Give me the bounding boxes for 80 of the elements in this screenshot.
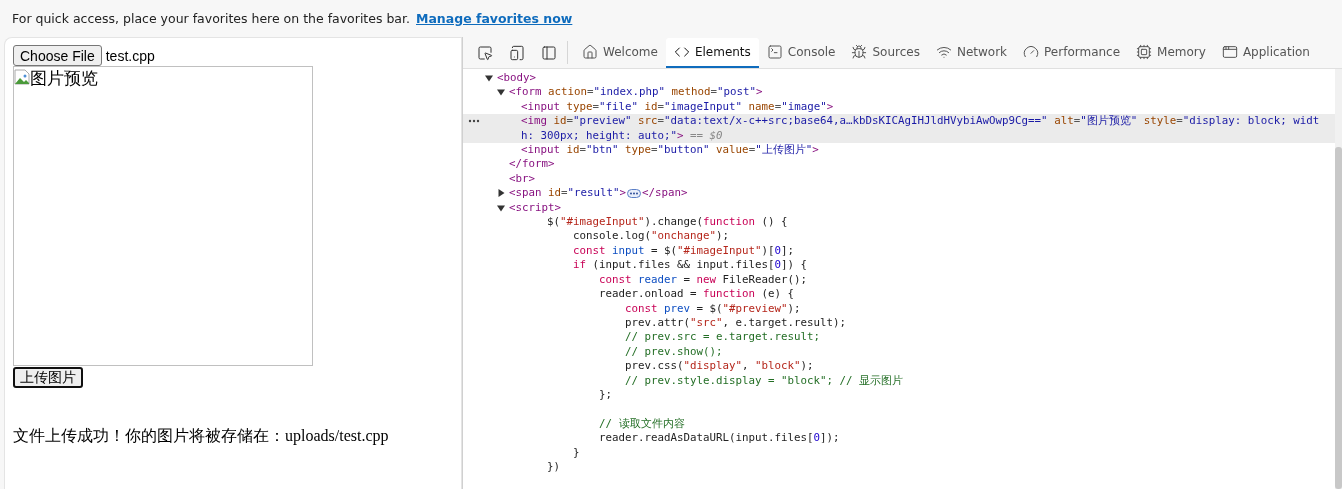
file-name: test.cpp [105,47,155,64]
code-icon [673,44,690,60]
code-line: <form action="index.php" method="post"> [509,85,764,100]
code-line: }) [546,459,562,475]
code-line: <br> [509,171,536,187]
image-alt-text: 图片预览 [30,68,98,90]
broken-image-icon [14,69,30,85]
code-line: // prev.show(); [624,344,724,360]
tree-row[interactable]: // prev.style.display = "block"; // 显示图片 [463,373,1335,388]
tree-row[interactable]: // 读取文件内容 [463,416,1335,432]
manage-favorites-link[interactable]: Manage favorites now [416,11,573,26]
devtools-tab[interactable]: Network [927,38,1016,68]
devtools-tab[interactable]: Application [1213,38,1318,68]
result-message: 文件上传成功！你的图片将被存储在：uploads/test.cpp [13,426,390,447]
code-line: const reader = new FileReader(); [598,272,809,288]
tree-row[interactable]: <br> [463,171,1335,187]
devtools-tab[interactable]: Performance [1015,38,1129,68]
expand-toggle[interactable] [497,88,505,97]
expand-toggle[interactable] [497,189,505,198]
code-line: <body> [497,71,537,86]
tree-row[interactable]: }) [463,459,1335,475]
house-icon [582,44,598,60]
code-line: <input id="btn" type="button" value="上传图片"> [521,143,820,158]
tree-row[interactable]: reader.onload = function (e) { [463,287,1335,302]
tree-row[interactable]: }; [463,387,1335,403]
code-line: prev.css("display", "block"); [624,359,815,374]
wifi-icon [935,44,952,60]
devtools-tab[interactable]: Sources [843,38,928,68]
devtools-tab[interactable]: Elements [665,38,759,68]
window-icon [1221,44,1238,60]
code-line: <script> [509,200,562,216]
code-line: $("#imageInput").change(function () { [546,215,789,230]
code-line: <span id="result"> </span> [509,186,689,201]
tree-row[interactable]: <script> [463,200,1335,216]
more-icon[interactable] [468,119,480,124]
tree-row[interactable]: if (input.files && input.files[0]) { [463,258,1335,273]
chip-icon [1136,44,1153,60]
code-line: // prev.src = e.target.result; [624,330,822,345]
tree-row[interactable]: const reader = new FileReader(); [463,272,1335,288]
code-line: // prev.style.display = "block"; // 显示图片 [624,373,905,388]
tree-row[interactable]: const prev = $("#preview"); [463,301,1335,316]
tree-row[interactable]: <input type="file" id="imageInput" name="image"> [463,99,1335,115]
terminal-icon [766,44,783,60]
tree-row[interactable]: // prev.show(); [463,344,1335,360]
tree-row[interactable]: console.log("onchange"); [463,229,1335,244]
tree-row[interactable]: const input = $("#imageInput")[0]; [463,243,1335,259]
expand-toggle[interactable] [497,203,505,212]
code-line: <input type="file" id="imageInput" name="image"> [521,99,835,115]
tree-row[interactable]: reader.readAsDataURL(input.files[0]); [463,431,1335,446]
ellipsis-icon[interactable] [627,188,642,198]
tree-row[interactable]: <span id="result"> </span> [463,186,1335,201]
gauge-icon [1023,44,1040,60]
code-line: }; [598,387,614,403]
choose-file-button[interactable]: Choose File [13,45,102,66]
expand-toggle[interactable] [485,74,493,82]
tree-row[interactable]: } [463,445,1335,460]
code-line: const input = $("#imageInput")[0]; [572,243,796,259]
bug-icon [851,44,868,60]
code-line: console.log("onchange"); [572,229,731,244]
favorites-message: For quick access, place your favorites here on the favorites bar. [12,11,410,26]
scrollbar[interactable] [1335,69,1342,489]
code-line: // 读取文件内容 [598,416,686,432]
tree-row[interactable]: <form action="index.php" method="post"> [463,85,1335,100]
tree-row[interactable]: prev.css("display", "block"); [463,359,1335,374]
code-line: if (input.files && input.files[0]) { [572,258,809,273]
code-line: reader.readAsDataURL(input.files[0]); [598,431,841,446]
code-line: reader.onload = function (e) { [598,287,796,302]
devtools-tab[interactable]: Console [758,38,844,68]
tree-row[interactable]: <body> [463,71,1335,86]
upload-button[interactable]: 上传图片 [13,367,83,388]
code-line: } [572,445,581,460]
code-line: </form> [509,157,556,172]
tree-row[interactable]: <input id="btn" type="button" value="上传图片"> [463,143,1335,158]
tree-row[interactable]: // prev.src = e.target.result; [463,330,1335,345]
devtools-tab[interactable]: Memory [1128,38,1214,68]
tree-row[interactable]: prev.attr("src", e.target.result); [463,315,1335,331]
devtools-tab[interactable]: Welcome [574,38,666,68]
code-line: const prev = $("#preview"); [624,301,802,316]
tree-row[interactable]: $("#imageInput").change(function () { [463,215,1335,230]
code-line: prev.attr("src", e.target.result); [624,315,848,331]
